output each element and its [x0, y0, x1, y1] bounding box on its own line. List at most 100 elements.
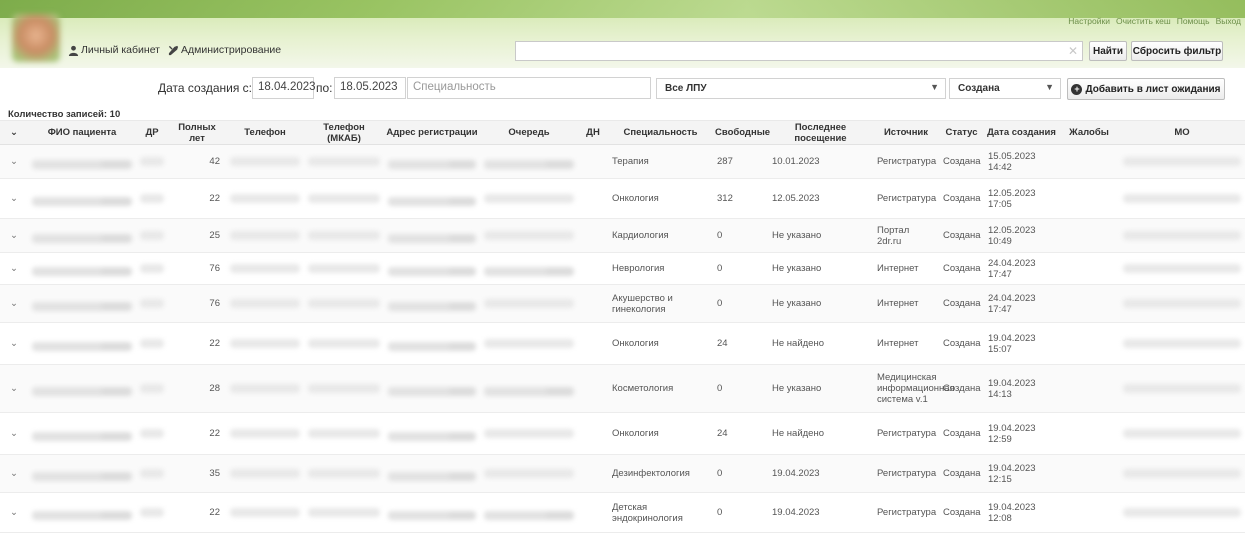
clear-search-icon[interactable]: ✕ [1068, 44, 1078, 58]
redacted-value [230, 299, 300, 308]
redacted-value [308, 157, 380, 166]
expand-all-header[interactable]: ⌄ [0, 120, 28, 145]
expand-row-toggle[interactable]: ⌄ [0, 178, 28, 219]
expand-row-toggle[interactable]: ⌄ [0, 284, 28, 323]
col-mo[interactable]: МО [1119, 120, 1245, 145]
table-row[interactable]: ⌄ 22 Детская эндокринология 0 19.04.2023 Реги… [0, 492, 1245, 533]
col-birth-date[interactable]: ДР [136, 120, 168, 145]
chevron-down-icon: ⌄ [10, 468, 18, 479]
expand-row-toggle[interactable]: ⌄ [0, 454, 28, 493]
col-queue[interactable]: Очередь [480, 120, 578, 145]
col-last-visit[interactable]: Последнее посещение [768, 120, 873, 145]
add-to-waitlist-label: Добавить в лист ожидания [1085, 83, 1221, 95]
birth-date-cell [136, 144, 168, 179]
redacted-value [388, 301, 476, 311]
lpu-select[interactable]: Все ЛПУ ▼ [656, 78, 946, 99]
col-phone[interactable]: Телефон [226, 120, 304, 145]
col-patient-name[interactable]: ФИО пациента [28, 120, 136, 145]
redacted-value [388, 233, 476, 243]
status-cell: Создана [939, 178, 984, 219]
col-dn[interactable]: ДН [578, 120, 608, 145]
chevron-down-icon: ⌄ [10, 230, 18, 241]
free-cell: 0 [713, 492, 768, 533]
complaints-cell [1059, 492, 1119, 533]
table-row[interactable]: ⌄ 22 Онкология 24 Не найдено Интернет Создана 1… [0, 322, 1245, 365]
table-row[interactable]: ⌄ 35 Дезинфектология 0 19.04.2023 Регистратур… [0, 454, 1245, 493]
patient-name-cell [28, 218, 136, 253]
expand-row-toggle[interactable]: ⌄ [0, 412, 28, 455]
queue-cell [480, 454, 578, 493]
redacted-value [308, 194, 380, 203]
logout-link[interactable]: Выход [1216, 16, 1241, 26]
col-complaints[interactable]: Жалобы [1059, 120, 1119, 145]
created-cell: 15.05.2023 14:42 [984, 144, 1059, 179]
birth-date-cell [136, 454, 168, 493]
find-button[interactable]: Найти [1089, 41, 1127, 61]
queue-cell [480, 492, 578, 533]
settings-link[interactable]: Настройки [1068, 16, 1110, 26]
col-status[interactable]: Статус [939, 120, 984, 145]
complaints-cell [1059, 252, 1119, 285]
expand-row-toggle[interactable]: ⌄ [0, 322, 28, 365]
redacted-value [32, 471, 132, 481]
table-row[interactable]: ⌄ 25 Кардиология 0 Не указано Портал 2dr.ru Со… [0, 218, 1245, 253]
redacted-value [484, 194, 574, 203]
date-to-field[interactable]: 18.05.2023 [334, 77, 406, 99]
dn-cell [578, 218, 608, 253]
table-row[interactable]: ⌄ 42 Терапия 287 10.01.2023 Регистратура Созда… [0, 144, 1245, 179]
created-cell: 12.05.2023 17:05 [984, 178, 1059, 219]
phone-mkab-cell [304, 144, 384, 179]
table-row[interactable]: ⌄ 22 Онкология 312 12.05.2023 Регистратура Соз… [0, 178, 1245, 219]
expand-row-toggle[interactable]: ⌄ [0, 364, 28, 413]
col-address[interactable]: Адрес регистрации [384, 120, 480, 145]
col-created[interactable]: Дата создания [984, 120, 1059, 145]
table-row[interactable]: ⌄ 22 Онкология 24 Не найдено Регистратура Созд… [0, 412, 1245, 455]
dn-cell [578, 492, 608, 533]
free-cell: 24 [713, 322, 768, 365]
nav-personal-cabinet[interactable]: Личный кабинет [68, 44, 160, 56]
status-select[interactable]: Создана ▼ [949, 78, 1061, 99]
redacted-value [140, 299, 164, 308]
clear-cache-link[interactable]: Очистить кеш [1116, 16, 1171, 26]
redacted-value [388, 159, 476, 169]
col-phone-mkab[interactable]: Телефон (МКАБ) [304, 120, 384, 145]
table-row[interactable]: ⌄ 76 Неврология 0 Не указано Интернет Создана 2… [0, 252, 1245, 285]
expand-row-toggle[interactable]: ⌄ [0, 492, 28, 533]
col-specialty[interactable]: Специальность [608, 120, 713, 145]
reset-filter-button[interactable]: Сбросить фильтр [1131, 41, 1223, 61]
redacted-value [230, 508, 300, 517]
redacted-value [140, 194, 164, 203]
redacted-value [388, 431, 476, 441]
patient-name-cell [28, 364, 136, 413]
queue-cell [480, 218, 578, 253]
col-free[interactable]: Свободные [713, 120, 770, 145]
age-cell: 28 [168, 364, 226, 413]
search-input[interactable]: ✕ [515, 41, 1083, 61]
col-source[interactable]: Источник [873, 120, 939, 145]
specialty-field[interactable]: Специальность [407, 77, 651, 99]
add-to-waitlist-button[interactable]: + Добавить в лист ожидания [1067, 78, 1225, 100]
table-row[interactable]: ⌄ 28 Косметология 0 Не указано Медицинская ин… [0, 364, 1245, 413]
dn-cell [578, 178, 608, 219]
filter-bar: Дата создания с: 18.04.2023 по: 18.05.20… [0, 74, 1245, 104]
birth-date-cell [136, 364, 168, 413]
nav-administration[interactable]: Администрирование [168, 44, 281, 56]
chevron-down-icon: ⌄ [10, 298, 18, 309]
help-link[interactable]: Помощь [1177, 16, 1210, 26]
table-row[interactable]: ⌄ 76 Акушерство и гинекология 0 Не указано Ин… [0, 284, 1245, 323]
col-age[interactable]: Полных лет [168, 120, 226, 145]
expand-row-toggle[interactable]: ⌄ [0, 218, 28, 253]
redacted-value [230, 157, 300, 166]
mo-cell [1119, 144, 1245, 179]
phone-mkab-cell [304, 412, 384, 455]
expand-row-toggle[interactable]: ⌄ [0, 144, 28, 179]
source-cell: Регистратура [873, 178, 939, 219]
queue-cell [480, 322, 578, 365]
redacted-value [230, 231, 300, 240]
address-cell [384, 454, 480, 493]
redacted-value [484, 266, 574, 276]
complaints-cell [1059, 412, 1119, 455]
expand-row-toggle[interactable]: ⌄ [0, 252, 28, 285]
date-from-field[interactable]: 18.04.2023 [252, 77, 316, 99]
age-cell: 22 [168, 492, 226, 533]
